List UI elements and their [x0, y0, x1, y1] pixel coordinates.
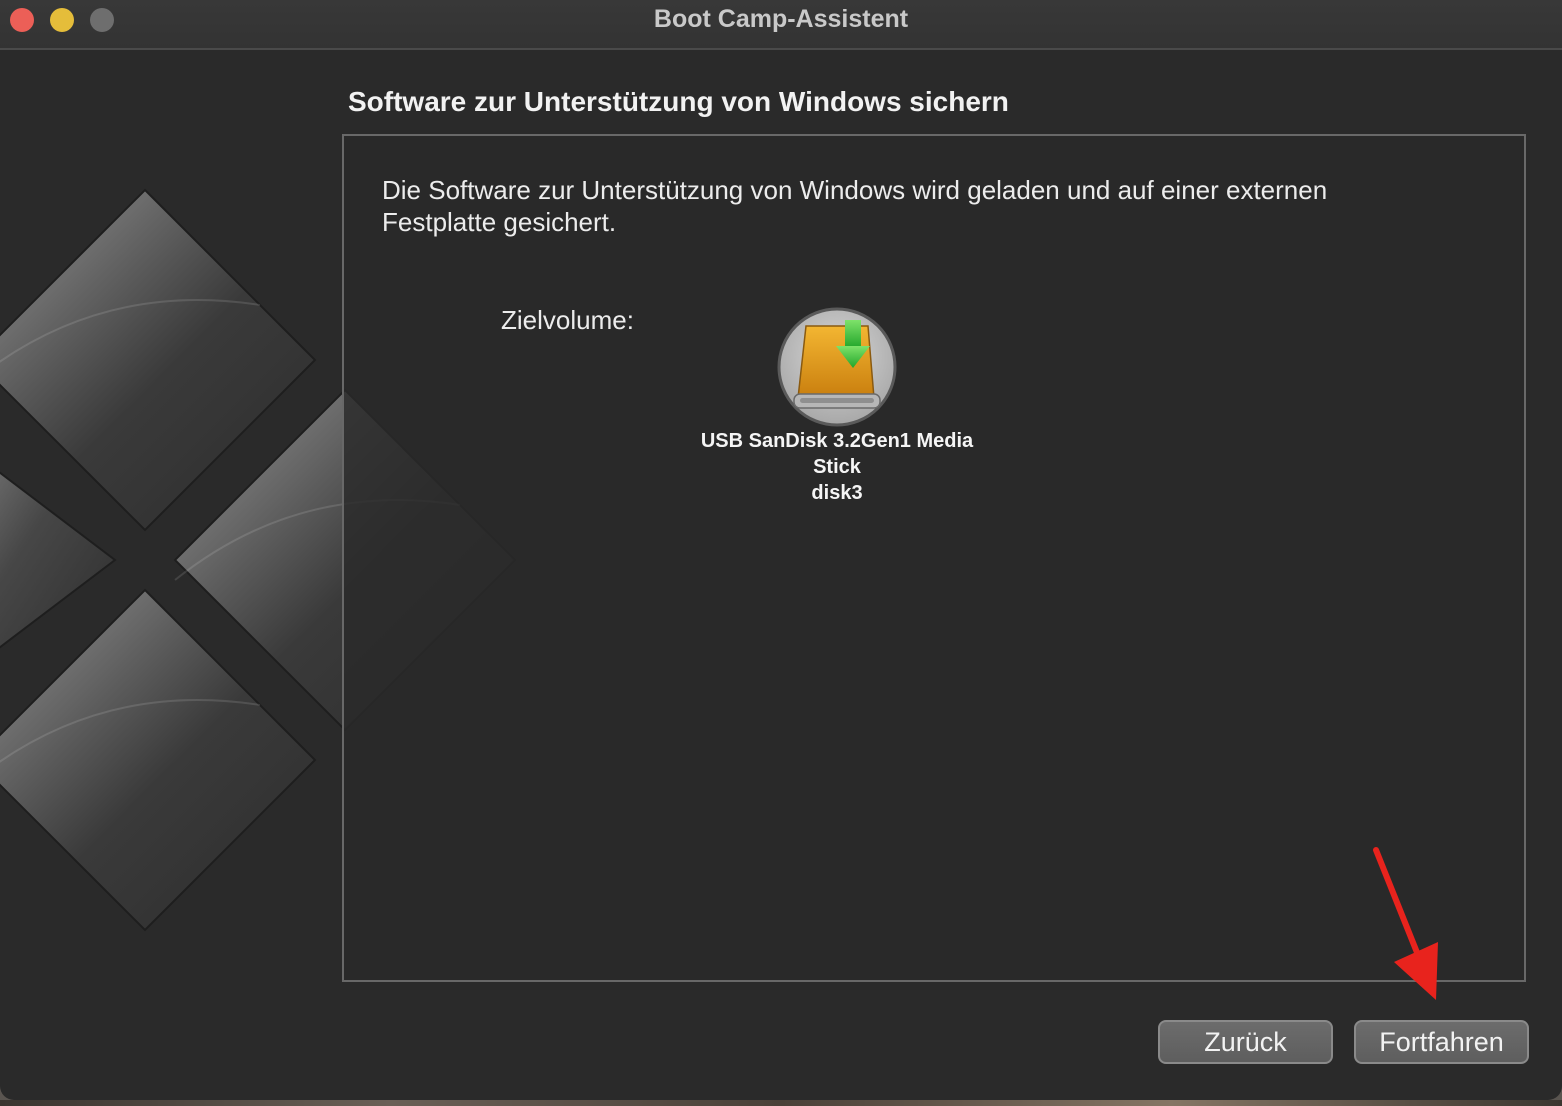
- volume-device-id: disk3: [811, 482, 863, 504]
- volume-name-line2: Stick: [813, 456, 861, 478]
- continue-button[interactable]: Fortfahren: [1354, 1020, 1529, 1064]
- description-text: Die Software zur Unterstützung von Windo…: [382, 175, 1328, 237]
- page-heading: Software zur Unterstützung von Windows s…: [348, 86, 1009, 117]
- target-volume-item[interactable]: USB SanDisk 3.2Gen1 Media Stick disk3: [682, 306, 992, 506]
- content-panel: Die Software zur Unterstützung von Windo…: [342, 134, 1526, 982]
- annotation-arrow-icon: [1373, 847, 1438, 1000]
- window-title: Boot Camp-Assistent: [653, 5, 909, 33]
- boot-camp-window: Boot Camp-Assistent Software zur Unterst…: [0, 0, 1562, 1100]
- title-bar[interactable]: Boot Camp-Assistent: [0, 0, 1562, 50]
- external-drive-download-icon: [777, 307, 897, 427]
- target-volume-label: Zielvolume:: [501, 305, 634, 335]
- desktop-background-strip: [0, 1100, 1562, 1106]
- back-button[interactable]: Zurück: [1158, 1020, 1333, 1064]
- volume-name-line1: USB SanDisk 3.2Gen1 Media: [700, 430, 974, 452]
